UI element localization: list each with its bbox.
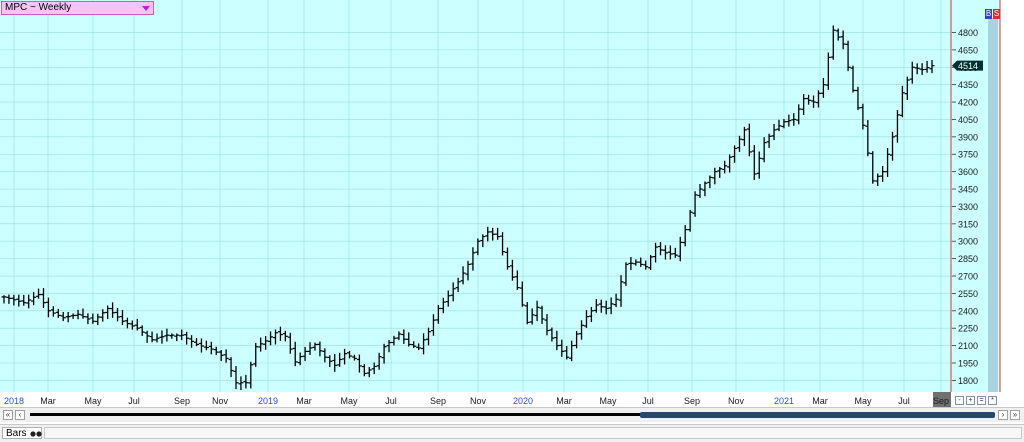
y-tick-label: 4200 xyxy=(958,98,978,108)
scroll-end-icon[interactable]: » xyxy=(1010,410,1020,420)
x-month-label: Sep xyxy=(174,396,190,406)
x-month-label: Nov xyxy=(728,396,745,406)
y-tick-label: 3450 xyxy=(958,185,978,195)
buy-icon[interactable]: B xyxy=(985,9,992,19)
status-bar: Bars xyxy=(0,424,1024,442)
x-month-label: Nov xyxy=(212,396,229,406)
y-tick-label: 1950 xyxy=(958,359,978,369)
x-month-label: Sep xyxy=(933,396,949,406)
symbol-label: MPC ~ Weekly xyxy=(5,2,72,13)
y-tick-label: 3600 xyxy=(958,167,978,177)
x-axis-background xyxy=(0,392,1000,407)
y-tick-label: 2550 xyxy=(958,289,978,299)
x-month-label: Mar xyxy=(556,396,572,406)
y-tick-label: 2400 xyxy=(958,306,978,316)
chart-mode-selector[interactable]: Bars xyxy=(2,427,42,439)
x-month-label: Jul xyxy=(642,396,654,406)
y-tick-label: 4350 xyxy=(958,80,978,90)
zoom-in-icon[interactable]: + xyxy=(966,396,975,405)
last-price-label: 4514 xyxy=(958,61,978,71)
y-tick-label: 2100 xyxy=(958,341,978,351)
dropdown-arrow-icon[interactable] xyxy=(142,6,150,11)
refresh-icon[interactable]: * xyxy=(988,396,997,405)
y-tick-label: 3900 xyxy=(958,132,978,142)
x-month-label: May xyxy=(340,396,358,406)
axis-scroll-strip[interactable] xyxy=(988,18,998,392)
x-month-label: Mar xyxy=(296,396,312,406)
x-month-label: Jul xyxy=(898,396,910,406)
x-month-label: May xyxy=(599,396,617,406)
buy-sell-badge[interactable]: B S xyxy=(985,9,1000,19)
y-tick-label: 3300 xyxy=(958,202,978,212)
status-message-field xyxy=(44,427,1022,439)
sell-icon[interactable]: S xyxy=(993,9,1000,19)
scroll-start-icon[interactable]: « xyxy=(3,410,13,420)
x-month-label: Jul xyxy=(128,396,140,406)
zoom-out-icon[interactable]: - xyxy=(955,396,964,405)
price-chart[interactable]: 1800 1950 2100 2250 2400 2550 2700 2850 3000 3150… xyxy=(0,0,1024,441)
x-month-label: Jul xyxy=(385,396,397,406)
horizontal-scrollbar[interactable]: « ‹ › » xyxy=(0,407,1024,422)
x-year-label: 2020 xyxy=(513,396,533,406)
x-month-label: Sep xyxy=(684,396,700,406)
y-tick-label: 2250 xyxy=(958,324,978,334)
y-tick-label: 1800 xyxy=(958,376,978,386)
x-month-label: May xyxy=(84,396,102,406)
x-year-label: 2019 xyxy=(258,396,278,406)
x-year-label: 2018 xyxy=(4,396,24,406)
y-tick-label: 3150 xyxy=(958,219,978,229)
y-tick-label: 2850 xyxy=(958,254,978,264)
x-month-label: Mar xyxy=(812,396,828,406)
x-month-label: Sep xyxy=(430,396,446,406)
chart-mode-label: Bars xyxy=(6,428,27,439)
scroll-thumb[interactable] xyxy=(640,412,995,418)
y-tick-label: 4650 xyxy=(958,45,978,55)
toggle-icon[interactable] xyxy=(30,431,42,437)
symbol-selector[interactable]: MPC ~ Weekly xyxy=(1,1,154,15)
x-month-label: May xyxy=(854,396,872,406)
scroll-left-icon[interactable]: ‹ xyxy=(15,410,25,420)
fit-icon[interactable]: = xyxy=(977,396,986,405)
y-tick-label: 4050 xyxy=(958,115,978,125)
y-tick-label: 2700 xyxy=(958,272,978,282)
y-tick-label: 3000 xyxy=(958,237,978,247)
x-month-label: Mar xyxy=(40,396,56,406)
scroll-right-icon[interactable]: › xyxy=(998,410,1008,420)
last-price-badge: 4514 xyxy=(952,60,983,71)
y-tick-label: 3750 xyxy=(958,150,978,160)
y-tick-label: 4800 xyxy=(958,28,978,38)
x-year-label: 2021 xyxy=(774,396,794,406)
x-month-label: Nov xyxy=(470,396,487,406)
